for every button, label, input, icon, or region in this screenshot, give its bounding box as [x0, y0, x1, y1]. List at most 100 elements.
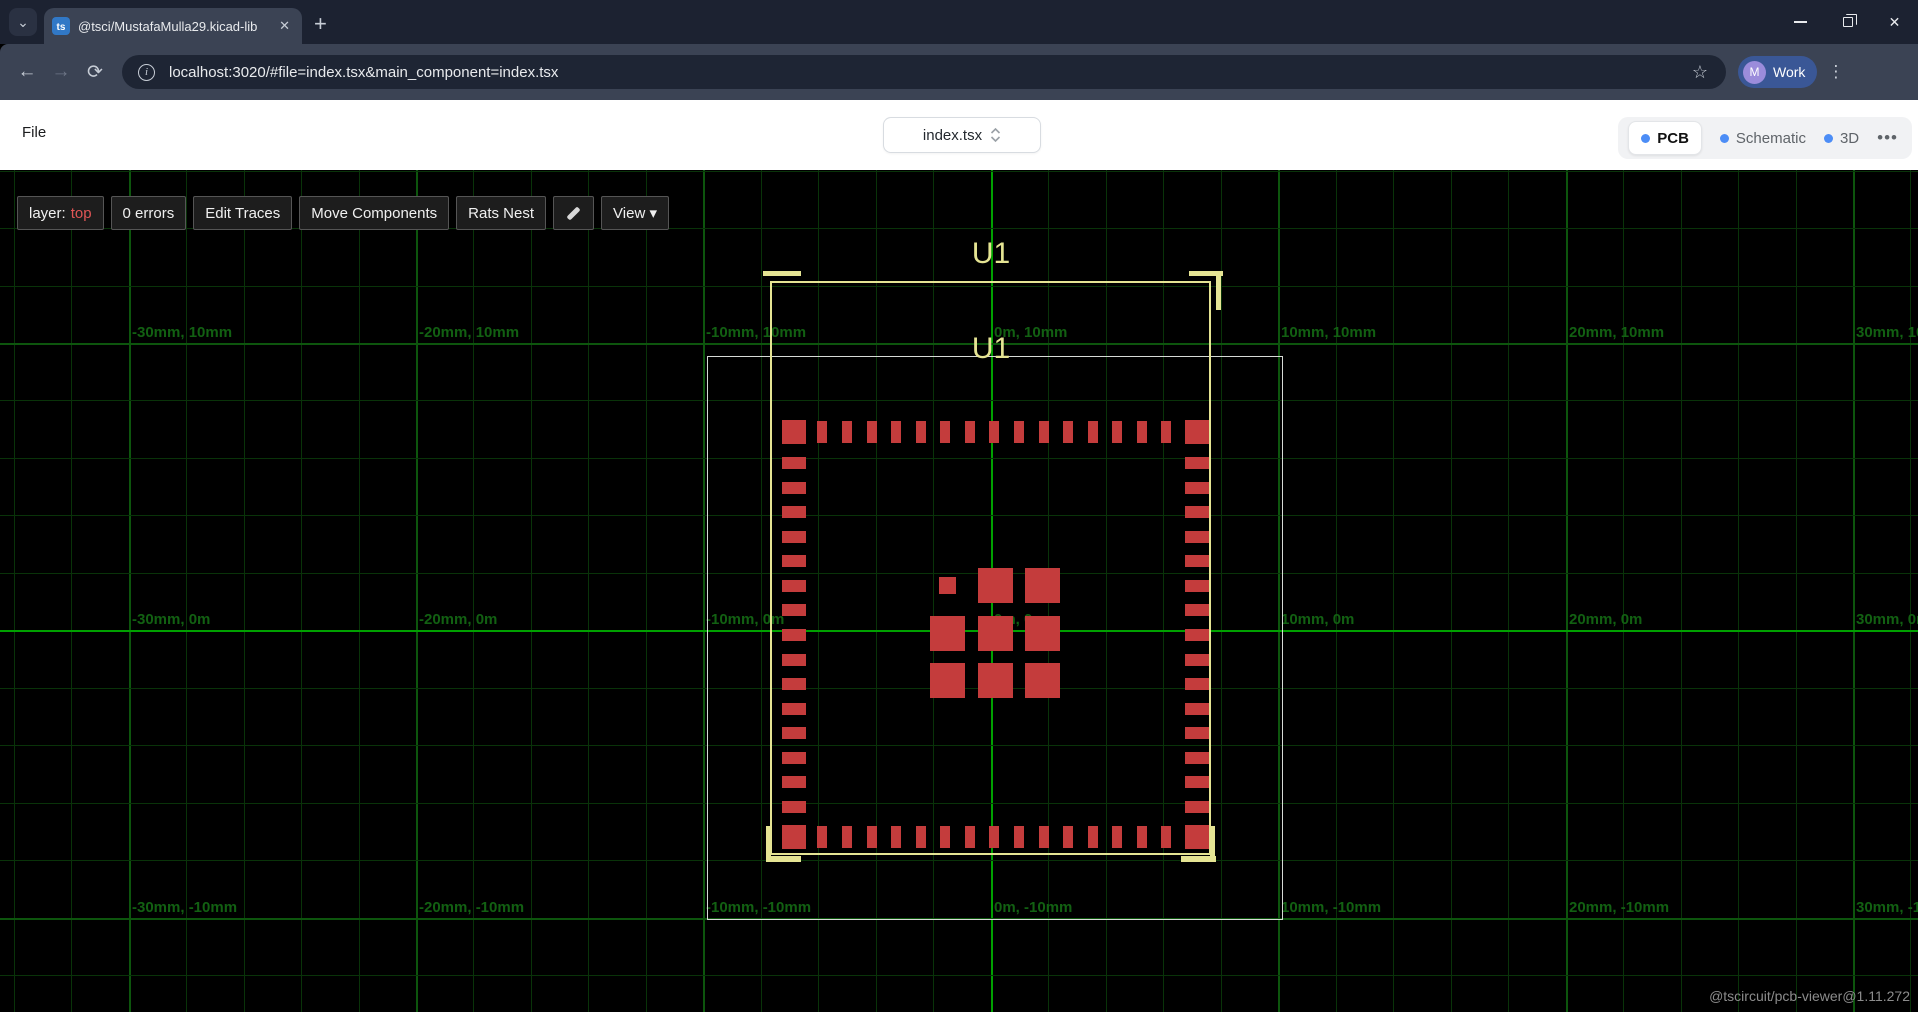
grid-line-horizontal: [0, 975, 1918, 976]
3d-dot-icon: [1824, 134, 1833, 143]
avatar: M: [1743, 61, 1766, 84]
grid-line-vertical: [1910, 170, 1911, 1012]
grid-coordinate-label: 10mm, 10mm: [1281, 324, 1376, 341]
grid-line-vertical: [359, 170, 360, 1012]
edit-traces-button[interactable]: Edit Traces: [193, 196, 292, 230]
schematic-dot-icon: [1720, 134, 1729, 143]
layer-value: top: [71, 205, 92, 222]
reference-designator: U1: [972, 332, 1010, 366]
restore-button[interactable]: [1824, 0, 1871, 44]
grid-line-vertical: [646, 170, 647, 1012]
pcb-toolbar: layer: top 0 errorsEdit TracesMove Compone…: [17, 196, 669, 230]
profile-name: Work: [1773, 64, 1805, 80]
chevron-down-icon: ⌄: [17, 14, 29, 31]
move-components-button[interactable]: Move Components: [299, 196, 449, 230]
view-switcher: PCB Schematic 3D •••: [1618, 117, 1912, 159]
reference-designator: U1: [972, 237, 1010, 271]
tab-title: @tsci/MustafaMulla29.kicad-lib: [78, 19, 275, 34]
bookmark-star-icon[interactable]: ☆: [1692, 62, 1708, 83]
grid-coordinate-label: 20mm, 10mm: [1569, 324, 1664, 341]
grid-line-vertical: [301, 170, 302, 1012]
grid-line-vertical: [1738, 170, 1739, 1012]
forward-button[interactable]: →: [44, 55, 78, 89]
silkscreen-corner-mark: [1181, 856, 1216, 862]
grid-line-horizontal: [0, 171, 1918, 172]
tab-pcb-label: PCB: [1657, 130, 1689, 147]
grid-line-vertical: [14, 170, 15, 1012]
tab-favicon-icon: ts: [52, 17, 70, 35]
more-views-button[interactable]: •••: [1877, 128, 1902, 148]
site-info-icon[interactable]: i: [138, 64, 155, 81]
tab-close-icon[interactable]: ✕: [275, 16, 294, 36]
tab-strip: ⌄ ts @tsci/MustafaMulla29.kicad-lib ✕ + …: [0, 0, 1918, 44]
file-selector-value: index.tsx: [923, 127, 982, 144]
grid-coordinate-label: 10mm, -10mm: [1281, 899, 1381, 916]
grid-coordinate-label: 30mm, 10mm: [1856, 324, 1918, 341]
tab-schematic[interactable]: Schematic: [1720, 130, 1806, 147]
silkscreen-corner-mark: [1216, 276, 1221, 310]
grid-coordinate-label: 10mm, 0m: [1281, 611, 1354, 628]
reload-button[interactable]: ⟳: [78, 55, 112, 89]
grid-line-vertical: [531, 170, 532, 1012]
forward-arrow-icon: →: [52, 61, 71, 83]
updown-chevron-icon: [990, 126, 1001, 144]
grid-coordinate-label: 20mm, 0m: [1569, 611, 1642, 628]
app-header: File index.tsx PCB Schematic 3D •••: [0, 100, 1918, 170]
minimize-button[interactable]: [1777, 0, 1824, 44]
tab-3d[interactable]: 3D: [1824, 130, 1859, 147]
grid-line-vertical: [1681, 170, 1682, 1012]
profile-button[interactable]: M Work: [1738, 56, 1817, 88]
grid-line-vertical: [1853, 170, 1855, 1012]
grid-line-vertical: [703, 170, 705, 1012]
grid-line-vertical: [1393, 170, 1394, 1012]
file-menu[interactable]: File: [22, 124, 46, 141]
grid-coordinate-label: -20mm, 10mm: [419, 324, 519, 341]
grid-line-vertical: [1451, 170, 1452, 1012]
grid-line-vertical: [1508, 170, 1509, 1012]
window-controls: ✕: [1777, 0, 1918, 44]
grid-coordinate-label: 30mm, 0m: [1856, 611, 1918, 628]
tab-search-button[interactable]: ⌄: [9, 8, 37, 36]
errors-button[interactable]: 0 errors: [111, 196, 187, 230]
grid-coordinate-label: -20mm, -10mm: [419, 899, 524, 916]
restore-icon: [1843, 17, 1853, 27]
grid-line-vertical: [1623, 170, 1624, 1012]
silkscreen-corner-mark: [763, 271, 801, 276]
grid-line-vertical: [71, 170, 72, 1012]
silkscreen-corner-mark: [766, 856, 801, 862]
layer-button[interactable]: layer: top: [17, 196, 104, 230]
close-icon: ✕: [1889, 14, 1901, 31]
browser-tab[interactable]: ts @tsci/MustafaMulla29.kicad-lib ✕: [44, 8, 302, 44]
grid-line-vertical: [1566, 170, 1568, 1012]
back-button[interactable]: ←: [10, 55, 44, 89]
grid-coordinate-label: 30mm, -10mm: [1856, 899, 1918, 916]
tab-pcb[interactable]: PCB: [1628, 121, 1702, 155]
pcb-canvas[interactable]: layer: top 0 errorsEdit TracesMove Compone…: [0, 170, 1918, 1012]
grid-line-vertical: [416, 170, 418, 1012]
grid-coordinate-label: -20mm, 0m: [419, 611, 497, 628]
url-bar[interactable]: i localhost:3020/#file=index.tsx&main_co…: [122, 55, 1726, 89]
view-menu-button[interactable]: View ▾: [601, 196, 669, 230]
pencil-icon: [566, 206, 580, 220]
browser-menu-button[interactable]: ⋮: [1827, 62, 1844, 82]
browser-toolbar: ← → ⟳ i localhost:3020/#file=index.tsx&m…: [0, 44, 1918, 100]
pcb-dot-icon: [1641, 134, 1650, 143]
grid-coordinate-label: -30mm, 0m: [132, 611, 210, 628]
url-text[interactable]: localhost:3020/#file=index.tsx&main_comp…: [169, 64, 1692, 81]
grid-line-vertical: [186, 170, 187, 1012]
tab-schematic-label: Schematic: [1736, 130, 1806, 147]
grid-line-vertical: [1796, 170, 1797, 1012]
file-selector[interactable]: index.tsx: [883, 117, 1041, 153]
grid-line-vertical: [1336, 170, 1337, 1012]
close-button[interactable]: ✕: [1871, 0, 1918, 44]
silkscreen-outline: [770, 281, 1211, 855]
rats-nest-button[interactable]: Rats Nest: [456, 196, 546, 230]
layer-prefix: layer:: [29, 205, 66, 222]
edit-button[interactable]: [553, 196, 594, 230]
grid-line-vertical: [129, 170, 131, 1012]
back-arrow-icon: ←: [18, 61, 37, 83]
new-tab-button[interactable]: +: [314, 11, 327, 37]
grid-line-vertical: [244, 170, 245, 1012]
tab-3d-label: 3D: [1840, 130, 1859, 147]
grid-line-vertical: [473, 170, 474, 1012]
